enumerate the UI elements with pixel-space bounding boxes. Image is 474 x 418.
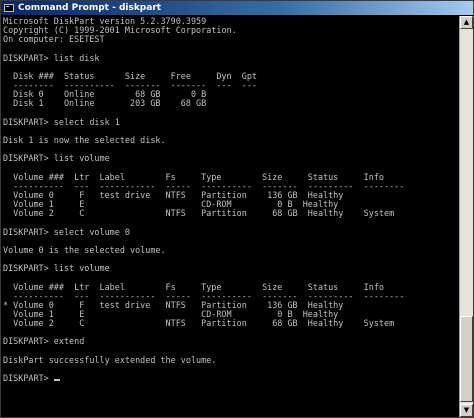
scrollbar-thumb[interactable] [460, 316, 473, 402]
console-line: Volume 0 is the selected volume. [3, 244, 166, 255]
console-line: DISKPART> extend [3, 336, 85, 347]
console-output[interactable]: Microsoft DiskPart version 5.2.3790.3959… [3, 17, 457, 416]
console-line: Disk 1 Online 203 GB 68 GB [3, 98, 207, 109]
console-line: On computer: ESETEST [3, 34, 105, 45]
scroll-down-arrow-icon[interactable]: ▼ [460, 404, 473, 417]
console-icon [4, 4, 14, 12]
console-line: Volume 2 C NTFS Partition 68 GB Healthy … [3, 208, 395, 219]
console-line: DISKPART> select disk 1 [3, 116, 120, 127]
console-line: Volume 2 C NTFS Partition 68 GB Healthy … [3, 318, 395, 329]
console-line: DISKPART> [3, 373, 54, 384]
console-line: DiskPart successfully extended the volum… [3, 354, 217, 365]
scroll-up-arrow-icon[interactable]: ▲ [460, 16, 473, 29]
console-text: Microsoft DiskPart version 5.2.3790.3959… [3, 17, 457, 383]
vertical-scrollbar[interactable]: ▲ ▼ [459, 16, 473, 417]
command-prompt-window: Command Prompt - diskpart Microsoft Disk… [0, 0, 474, 418]
console-line: DISKPART> list volume [3, 153, 110, 164]
window-title: Command Prompt - diskpart [18, 3, 162, 13]
text-cursor [53, 379, 60, 382]
console-line: DISKPART> select volume 0 [3, 226, 130, 237]
title-bar[interactable]: Command Prompt - diskpart [1, 1, 473, 15]
console-line: Disk 1 is now the selected disk. [3, 135, 166, 146]
console-line: DISKPART> list disk [3, 52, 100, 63]
console-line: DISKPART> list volume [3, 263, 110, 274]
